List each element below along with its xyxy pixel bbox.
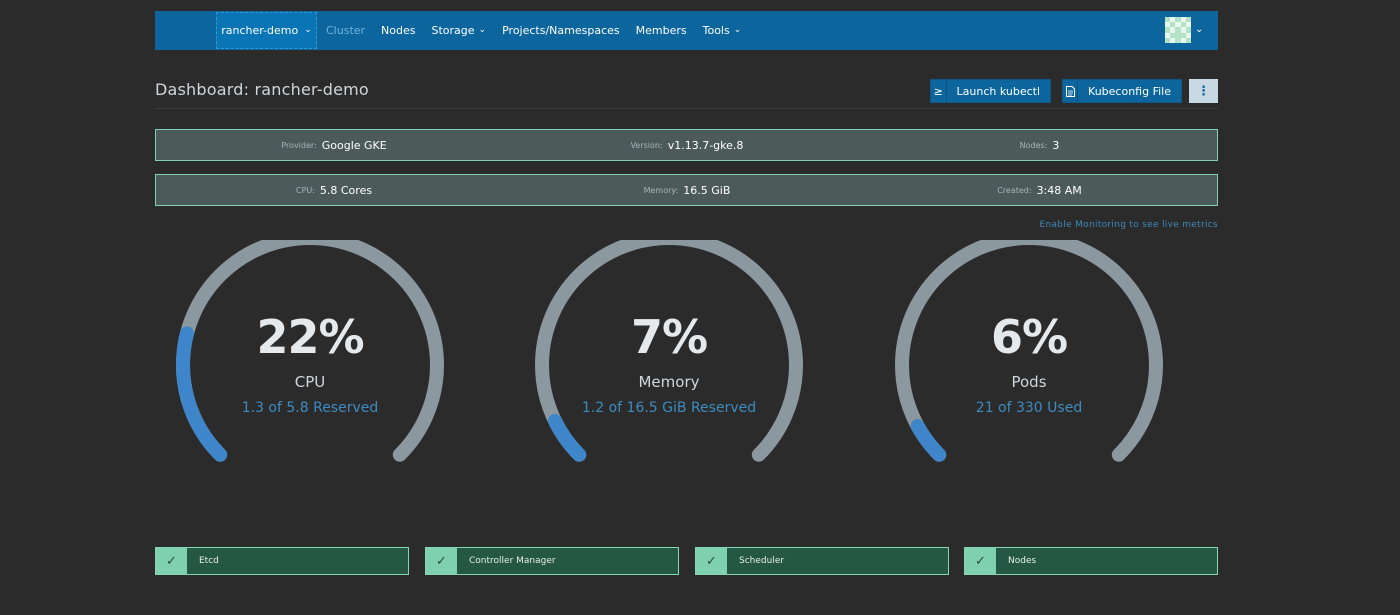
user-avatar-icon[interactable] xyxy=(1165,17,1191,43)
rancher-dashboard: rancher-demo ⌄ Cluster Nodes Storage ⌄ P… xyxy=(0,0,1400,615)
gauge-ring xyxy=(895,240,1163,462)
more-actions-button[interactable]: ⋮ xyxy=(1189,79,1218,103)
gauge-percent: 22% xyxy=(256,310,364,364)
nav-item-label: Nodes xyxy=(381,24,416,37)
nav-item-label: Projects/Namespaces xyxy=(502,24,620,37)
component-label: Nodes xyxy=(1008,556,1037,566)
info-value: 3 xyxy=(1052,138,1060,152)
component-status-controller-manager: ✓ Controller Manager xyxy=(425,547,679,575)
chevron-down-icon: ⌄ xyxy=(304,24,312,35)
gauge-percent: 7% xyxy=(630,310,708,364)
component-status-nodes: ✓ Nodes xyxy=(964,547,1218,575)
kubeconfig-file-button[interactable]: Kubeconfig File xyxy=(1062,79,1182,103)
component-label: Controller Manager xyxy=(469,556,556,566)
info-created: Created: 3:48 AM xyxy=(862,175,1217,205)
nav-item-nodes[interactable]: Nodes xyxy=(381,24,415,37)
info-cpu: CPU: 5.8 Cores xyxy=(156,175,512,205)
nav-item-label: Members xyxy=(635,24,687,37)
info-version: Version: v1.13.7-gke.8 xyxy=(512,130,862,160)
check-icon: ✓ xyxy=(965,548,996,574)
cpu-gauge: 22% CPU 1.3 of 5.8 Reserved xyxy=(160,240,460,500)
cluster-capacity-row: CPU: 5.8 Cores Memory: 16.5 GiB Created:… xyxy=(155,174,1218,206)
nav-item-label: Storage xyxy=(431,24,475,37)
memory-gauge: 7% Memory 1.2 of 16.5 GiB Reserved xyxy=(519,240,819,500)
gauge-detail: 1.2 of 16.5 GiB Reserved xyxy=(581,400,757,416)
nav-item-label: Cluster xyxy=(326,24,366,37)
cluster-info-row: Provider: Google GKE Version: v1.13.7-gk… xyxy=(155,129,1218,161)
gauge-name: CPU xyxy=(294,373,326,391)
kubeconfig-file-label: Kubeconfig File xyxy=(1088,84,1171,98)
chevron-down-icon: ⌄ xyxy=(733,24,742,35)
info-label: Memory: xyxy=(643,185,679,195)
user-menu-chevron-icon[interactable]: ⌄ xyxy=(1195,24,1203,35)
check-icon: ✓ xyxy=(426,548,457,574)
cluster-selector-label: rancher-demo xyxy=(221,24,299,37)
vertical-dots-icon: ⋮ xyxy=(1197,83,1210,99)
nav-item-label: Tools xyxy=(702,24,730,37)
nav-item-members[interactable]: Members xyxy=(636,24,687,37)
enable-monitoring-link[interactable]: Enable Monitoring to see live metrics xyxy=(1039,220,1218,230)
info-value: 3:48 AM xyxy=(1036,183,1082,197)
check-icon: ✓ xyxy=(696,548,727,574)
gauge-ring xyxy=(176,240,444,462)
main-nav: Cluster Nodes Storage ⌄ Projects/Namespa… xyxy=(326,11,741,50)
page-title: Dashboard: rancher-demo xyxy=(155,80,369,99)
launch-kubectl-label: Launch kubectl xyxy=(956,84,1041,98)
pods-gauge: 6% Pods 21 of 330 Used xyxy=(879,240,1179,500)
info-value: 5.8 Cores xyxy=(319,183,373,197)
nav-item-tools[interactable]: Tools ⌄ xyxy=(703,24,742,37)
info-value: Google GKE xyxy=(321,138,387,152)
launch-kubectl-button[interactable]: ≥ Launch kubectl xyxy=(930,79,1051,103)
info-label: Provider: xyxy=(281,140,317,150)
component-label: Scheduler xyxy=(739,556,785,566)
info-value: 16.5 GiB xyxy=(683,183,731,197)
info-label: Created: xyxy=(997,185,1032,195)
chevron-down-icon: ⌄ xyxy=(478,24,487,35)
cluster-selector[interactable]: rancher-demo ⌄ xyxy=(216,12,317,49)
gauge-detail: 1.3 of 5.8 Reserved xyxy=(241,400,379,416)
gauge-fill xyxy=(910,419,947,462)
check-icon: ✓ xyxy=(156,548,187,574)
component-label: Etcd xyxy=(199,556,219,566)
nav-item-projects-namespaces[interactable]: Projects/Namespaces xyxy=(502,24,620,37)
info-memory: Memory: 16.5 GiB xyxy=(512,175,862,205)
gauge-name: Pods xyxy=(1011,373,1047,391)
gauge-detail: 21 of 330 Used xyxy=(975,400,1083,416)
nav-item-storage[interactable]: Storage ⌄ xyxy=(432,24,487,37)
gauge-ring xyxy=(535,240,803,462)
component-status-scheduler: ✓ Scheduler xyxy=(695,547,949,575)
info-label: Version: xyxy=(630,140,663,150)
header-divider xyxy=(155,108,1218,109)
component-status-etcd: ✓ Etcd xyxy=(155,547,409,575)
gauge-percent: 6% xyxy=(990,310,1068,364)
info-value: v1.13.7-gke.8 xyxy=(667,138,744,152)
info-nodes: Nodes: 3 xyxy=(862,130,1217,160)
gauge-fill xyxy=(547,413,587,462)
gauge-name: Memory xyxy=(638,373,700,391)
terminal-icon: ≥ xyxy=(931,80,947,102)
info-label: Nodes: xyxy=(1019,140,1048,150)
nav-item-cluster[interactable]: Cluster xyxy=(326,24,365,37)
file-icon xyxy=(1063,80,1079,102)
info-provider: Provider: Google GKE xyxy=(156,130,512,160)
info-label: CPU: xyxy=(295,185,315,195)
